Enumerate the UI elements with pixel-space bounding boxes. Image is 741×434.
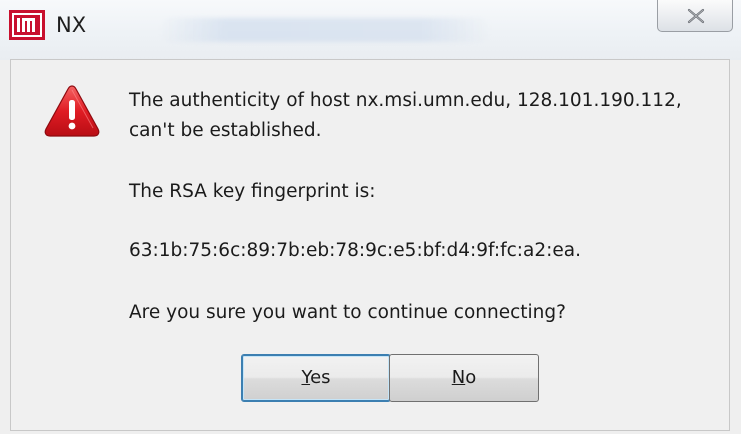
title-bar-glass — [160, 18, 490, 42]
yes-label-rest: es — [310, 367, 331, 388]
no-button[interactable]: No — [389, 354, 539, 402]
yes-mnemonic: Y — [301, 367, 311, 388]
no-mnemonic: N — [451, 367, 466, 388]
yes-button[interactable]: Yes — [241, 354, 391, 402]
fingerprint-label: The RSA key fingerprint is: — [129, 181, 376, 202]
message-line-2: can't be established. — [129, 120, 322, 141]
window-title: NX — [56, 13, 87, 37]
close-button[interactable] — [657, 0, 733, 32]
message-line-1: The authenticity of host nx.msi.umn.edu,… — [129, 90, 682, 111]
dialog-content: The authenticity of host nx.msi.umn.edu,… — [10, 59, 730, 431]
no-label-rest: o — [465, 367, 477, 388]
nx-app-icon — [9, 10, 45, 40]
fingerprint-value: 63:1b:75:6c:89:7b:eb:78:9c:e5:bf:d4:9f:f… — [129, 240, 581, 261]
close-icon — [687, 8, 705, 24]
warning-triangle-icon — [43, 83, 101, 139]
title-bar[interactable]: NX — [0, 0, 741, 60]
dialog-window: NX The authenticity of host nx.msi.umn.e… — [0, 0, 741, 434]
confirm-question: Are you sure you want to continue connec… — [129, 302, 566, 323]
